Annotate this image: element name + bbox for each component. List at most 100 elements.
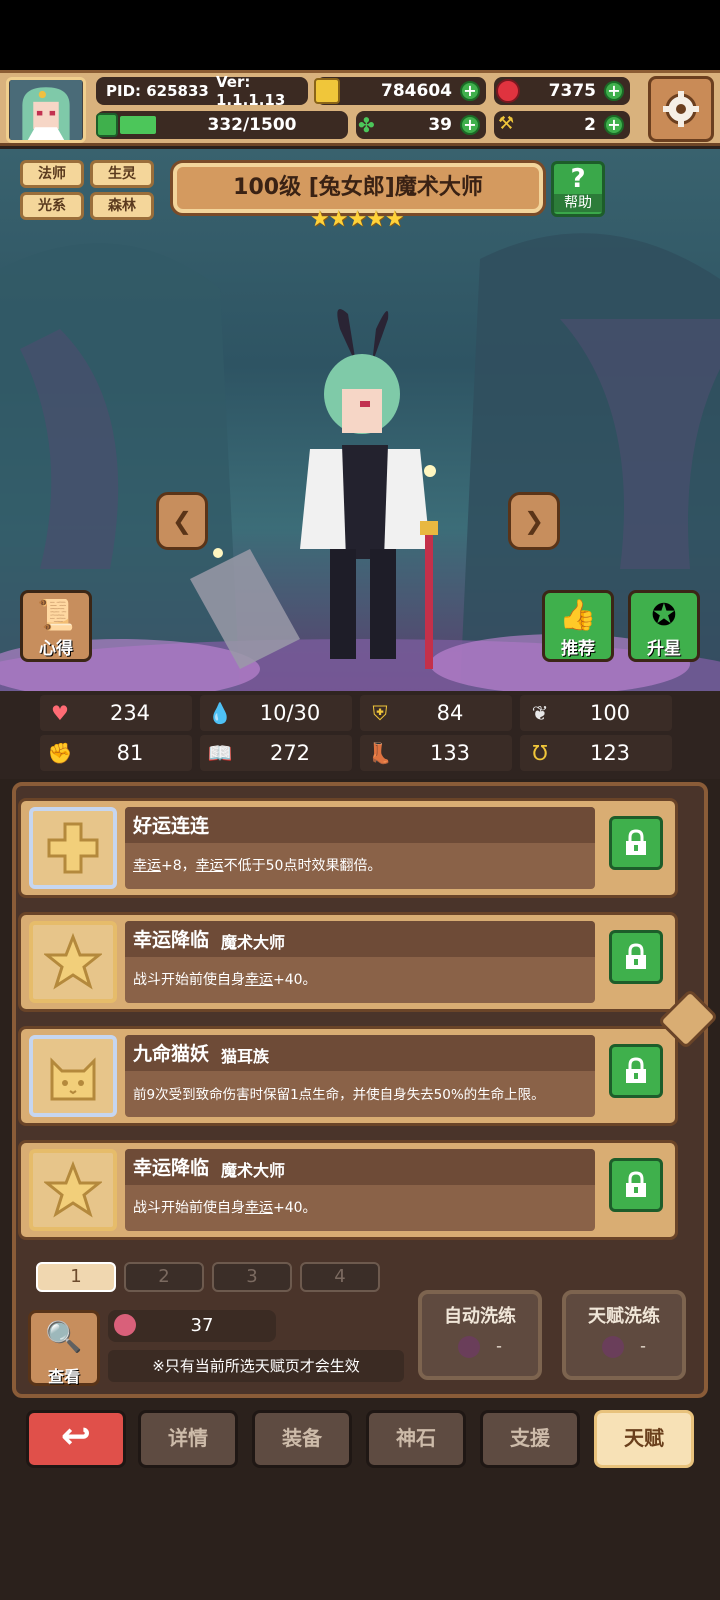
back-button[interactable]: ↩ bbox=[26, 1410, 126, 1468]
question-mark-icon: ? bbox=[570, 164, 586, 194]
talent-lock-button[interactable] bbox=[609, 1044, 663, 1098]
talent-lock-button[interactable] bbox=[609, 1158, 663, 1212]
player-avatar[interactable] bbox=[6, 77, 86, 143]
talent-source: 魔术大师 bbox=[221, 933, 286, 952]
help-label: 帮助 bbox=[554, 194, 602, 212]
talent-name: 幸运降临 bbox=[133, 929, 210, 951]
stat-luck: Ʊ 123 bbox=[520, 735, 672, 771]
help-button[interactable]: ? 帮助 bbox=[551, 161, 605, 217]
status-bar bbox=[0, 0, 720, 70]
stat-mana: 💧 10/30 bbox=[200, 695, 352, 731]
recommend-button[interactable]: 👍 推荐 bbox=[542, 590, 614, 662]
gold-value: 784604 bbox=[381, 81, 452, 101]
talent-page-tab-2[interactable]: 2 bbox=[124, 1262, 204, 1292]
fruit-counter: 37 bbox=[108, 1310, 276, 1342]
talent-card-3[interactable]: 九命猫妖 猫耳族 前9次受到致命伤害时保留1点生命，并使自身失去50%的生命上限… bbox=[18, 1026, 678, 1126]
auto-wash-label: 自动洗练 bbox=[444, 1306, 516, 1327]
talent-page-tab-4[interactable]: 4 bbox=[300, 1262, 380, 1292]
talent-card-4[interactable]: 幸运降临 魔术大师 战斗开始前使自身幸运+40。 bbox=[18, 1140, 678, 1240]
gold-counter: 784604 + bbox=[314, 77, 486, 105]
talent-description: 战斗开始前使自身幸运+40。 bbox=[133, 969, 317, 989]
clover-value: 39 bbox=[428, 115, 452, 135]
stat-luck-value: 123 bbox=[589, 741, 631, 765]
book-icon: 📖 bbox=[207, 741, 233, 765]
talent-description: 战斗开始前使自身幸运+40。 bbox=[133, 1197, 317, 1217]
stat-attack-value: 81 bbox=[116, 741, 144, 765]
talent-icon-box bbox=[29, 1035, 117, 1117]
talent-page-tab-3[interactable]: 3 bbox=[212, 1262, 292, 1292]
talent-header: 九命猫妖 猫耳族 bbox=[125, 1035, 595, 1071]
talent-card-2[interactable]: 幸运降临 魔术大师 战斗开始前使自身幸运+40。 bbox=[18, 912, 678, 1012]
tag-mage: 法师 bbox=[20, 160, 84, 188]
cat-icon bbox=[50, 1057, 96, 1101]
nav-details[interactable]: 详情 bbox=[138, 1410, 238, 1468]
stat-speed: ❦ 100 bbox=[520, 695, 672, 731]
hero-star-rating: ★★★★★ bbox=[310, 207, 405, 232]
add-hammer-button[interactable]: + bbox=[604, 115, 624, 135]
view-button[interactable]: 🔍 查看 bbox=[28, 1310, 100, 1386]
avatar-portrait-icon bbox=[9, 80, 83, 140]
gold-coin-icon bbox=[314, 78, 340, 104]
insight-label: 心得 bbox=[39, 639, 73, 659]
talent-icon-box bbox=[29, 807, 117, 889]
add-clover-button[interactable]: + bbox=[460, 115, 480, 135]
pid-text: PID: 625833 bbox=[106, 82, 209, 100]
stamina-value: 332/1500 bbox=[207, 115, 297, 135]
stat-magic-value: 272 bbox=[269, 741, 311, 765]
lock-icon bbox=[626, 829, 646, 855]
insight-button[interactable]: 📜 心得 bbox=[20, 590, 92, 662]
talent-name: 九命猫妖 bbox=[133, 1043, 210, 1065]
hammer-value: 2 bbox=[584, 115, 596, 135]
pid-version-box: PID: 625833 Ver: 1.1.1.13 bbox=[96, 73, 308, 109]
talent-body: 幸运降临 魔术大师 战斗开始前使自身幸运+40。 bbox=[125, 1149, 595, 1231]
talent-desc-part: 战斗开始前使自身 bbox=[133, 972, 245, 988]
stat-speed-value: 100 bbox=[589, 701, 631, 725]
stat-hp-value: 234 bbox=[109, 701, 151, 725]
arrow-right-icon: ❯ bbox=[523, 507, 545, 535]
talent-source: 魔术大师 bbox=[221, 1161, 286, 1180]
lock-icon bbox=[626, 1057, 646, 1083]
hero-scene: 法师 生灵 光系 森林 100级 [兔女郎]魔术大师 ★★★★★ ? 帮助 ❮ … bbox=[0, 149, 720, 691]
nav-talent[interactable]: 天赋 bbox=[594, 1410, 694, 1468]
talent-body: 九命猫妖 猫耳族 前9次受到致命伤害时保留1点生命，并使自身失去50%的生命上限… bbox=[125, 1035, 595, 1117]
talent-card-1[interactable]: 好运连连 幸运+8，幸运不低于50点时效果翻倍。 bbox=[18, 798, 678, 898]
nav-godstone[interactable]: 神石 bbox=[366, 1410, 466, 1468]
talent-desc-part: +8， bbox=[161, 858, 196, 874]
talent-desc-part: +40。 bbox=[273, 1200, 317, 1216]
fruit-icon bbox=[602, 1336, 625, 1358]
previous-hero-button[interactable]: ❮ bbox=[156, 492, 208, 550]
star-up-button[interactable]: ✪ 升星 bbox=[628, 590, 700, 662]
next-hero-button[interactable]: ❯ bbox=[508, 492, 560, 550]
stat-crit-value: 133 bbox=[429, 741, 471, 765]
star-up-label: 升星 bbox=[647, 639, 681, 659]
auto-wash-button[interactable]: 自动洗练 - bbox=[418, 1290, 542, 1380]
talent-header: 幸运降临 魔术大师 bbox=[125, 1149, 595, 1185]
stamina-icon bbox=[96, 113, 118, 137]
lock-icon bbox=[626, 1171, 646, 1197]
add-gold-button[interactable]: + bbox=[460, 81, 480, 101]
stat-defense-value: 84 bbox=[436, 701, 464, 725]
clover-counter: ✤ 39 + bbox=[356, 111, 486, 139]
talent-icon-box bbox=[29, 1149, 117, 1231]
star-icon bbox=[44, 933, 102, 990]
talent-wash-cost: - bbox=[566, 1336, 682, 1358]
gear-icon bbox=[663, 91, 699, 127]
gem-value: 7375 bbox=[548, 81, 596, 101]
talent-wash-button[interactable]: 天赋洗练 - bbox=[562, 1290, 686, 1380]
talent-lock-button[interactable] bbox=[609, 816, 663, 870]
talent-description: 前9次受到致命伤害时保留1点生命，并使自身失去50%的生命上限。 bbox=[133, 1087, 545, 1103]
game-screen: PID: 625833 Ver: 1.1.1.13 784604 + 7375 … bbox=[0, 0, 720, 1600]
fruit-icon bbox=[458, 1336, 481, 1358]
nav-equipment[interactable]: 装备 bbox=[252, 1410, 352, 1468]
heart-icon: ♥ bbox=[51, 701, 69, 725]
version-text: Ver: 1.1.1.13 bbox=[216, 73, 286, 109]
talent-lock-button[interactable] bbox=[609, 930, 663, 984]
thumbs-up-icon: 👍 bbox=[559, 598, 597, 633]
talent-keyword: 幸运 bbox=[245, 1200, 273, 1216]
settings-button[interactable] bbox=[648, 76, 714, 142]
add-gem-button[interactable]: + bbox=[604, 81, 624, 101]
nav-support[interactable]: 支援 bbox=[480, 1410, 580, 1468]
tag-living: 生灵 bbox=[90, 160, 154, 188]
stat-defense: ⛨ 84 bbox=[360, 695, 512, 731]
talent-page-tab-1[interactable]: 1 bbox=[36, 1262, 116, 1292]
